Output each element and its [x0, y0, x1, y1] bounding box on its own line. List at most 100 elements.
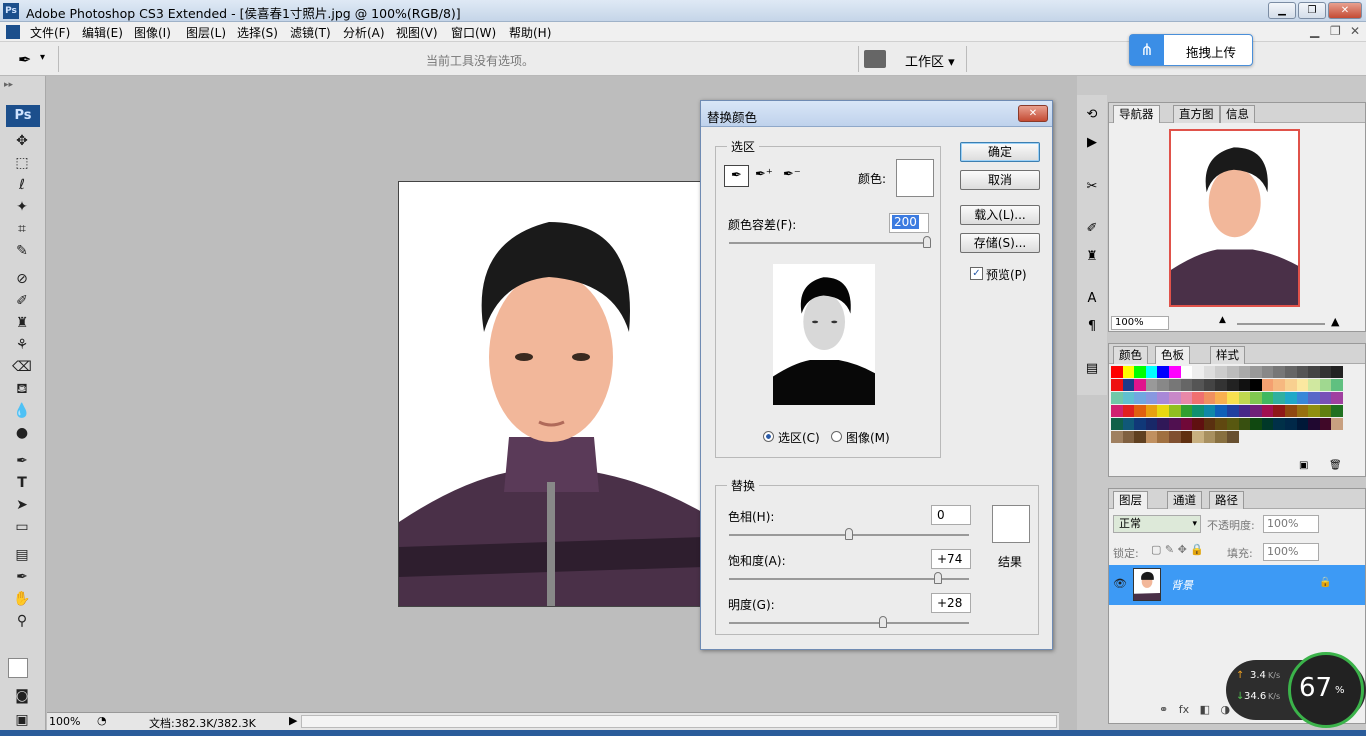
color-swatch-cell[interactable] [1122, 392, 1135, 404]
doc-close-button[interactable]: ✕ [1350, 24, 1360, 38]
color-swatch-cell[interactable] [1238, 418, 1251, 430]
color-swatch-cell[interactable] [1192, 405, 1205, 417]
color-swatch-cell[interactable] [1296, 379, 1309, 391]
layer-comps-icon[interactable]: ▤ [1081, 361, 1103, 381]
color-swatch-cell[interactable] [1238, 366, 1251, 378]
tab-navigator[interactable]: 导航器 [1113, 105, 1160, 123]
layer-bottom-icons[interactable]: ⚭ fx ◧ ◑ [1159, 703, 1230, 716]
menu-help[interactable]: 帮助(H) [509, 24, 551, 41]
menu-filter[interactable]: 滤镜(T) [290, 24, 331, 41]
color-swatch-cell[interactable] [1285, 366, 1297, 378]
zoom-tool-icon[interactable]: ⚲ [10, 611, 34, 631]
color-swatch-cell[interactable] [1111, 418, 1123, 430]
move-tool-icon[interactable]: ✥ [10, 131, 34, 151]
color-swatch-cell[interactable] [1134, 366, 1147, 378]
color-swatch-cell[interactable] [1238, 392, 1251, 404]
magic-wand-tool-icon[interactable]: ✦ [10, 197, 34, 217]
color-swatch-cell[interactable] [1273, 418, 1286, 430]
color-swatch-cell[interactable] [1331, 418, 1344, 430]
foreground-color[interactable] [8, 658, 28, 678]
paint-bucket-tool-icon[interactable]: ⛾ [10, 379, 34, 399]
radio-selection[interactable] [763, 431, 774, 442]
color-swatch-cell[interactable] [1180, 431, 1193, 443]
color-swatch-cell[interactable] [1308, 379, 1321, 391]
menu-edit[interactable]: 编辑(E) [82, 24, 123, 41]
brush-tool-icon[interactable]: ✐ [10, 291, 34, 311]
color-swatch-cell[interactable] [1169, 366, 1181, 378]
zoom-in-icon[interactable]: ▲ [1331, 315, 1339, 328]
color-swatch-cell[interactable] [1111, 431, 1123, 443]
color-swatch-cell[interactable] [1319, 418, 1332, 430]
history-icon[interactable]: ⟲ [1081, 107, 1103, 127]
color-swatch-cell[interactable] [1296, 418, 1309, 430]
color-swatch-cell[interactable] [1308, 366, 1321, 378]
navigator-zoom[interactable]: 100% [1111, 316, 1169, 330]
color-swatch-cell[interactable] [1215, 405, 1228, 417]
color-swatch-cell[interactable] [1111, 366, 1123, 378]
blur-tool-icon[interactable]: 💧 [10, 401, 34, 421]
menu-file[interactable]: 文件(F) [30, 24, 70, 41]
color-swatch-cell[interactable] [1145, 366, 1158, 378]
color-swatch-cell[interactable] [1203, 431, 1216, 443]
color-swatch-cell[interactable] [1273, 379, 1286, 391]
slice-tool-icon[interactable]: ✎ [10, 241, 34, 261]
color-swatch-cell[interactable] [1145, 431, 1158, 443]
lightness-slider[interactable] [729, 622, 969, 624]
color-swatch-cell[interactable] [1122, 418, 1135, 430]
marquee-tool-icon[interactable]: ⬚ [10, 153, 34, 173]
color-swatch-cell[interactable] [1157, 405, 1170, 417]
color-swatch-cell[interactable] [1169, 392, 1181, 404]
type-tool-icon[interactable]: T [10, 473, 34, 493]
color-swatch-cell[interactable] [1250, 405, 1263, 417]
color-swatch-cell[interactable] [1122, 405, 1135, 417]
color-swatch-cell[interactable] [1261, 366, 1274, 378]
minimize-button[interactable]: ▁ [1268, 2, 1296, 19]
fill-field[interactable]: 100% [1263, 543, 1319, 561]
opacity-field[interactable]: 100% [1263, 515, 1319, 533]
stamp-tool-icon[interactable]: ♜ [10, 313, 34, 333]
eyedropper-plus-icon[interactable]: ✒⁺ [755, 167, 773, 182]
eyedropper-minus-icon[interactable]: ✒⁻ [783, 167, 801, 182]
hand-tool-icon[interactable]: ✋ [10, 589, 34, 609]
color-swatch-cell[interactable] [1319, 392, 1332, 404]
load-button[interactable]: 载入(L)... [960, 205, 1040, 225]
menu-analysis[interactable]: 分析(A) [343, 24, 385, 41]
lightness-field[interactable]: +28 [931, 593, 971, 613]
tolerance-field[interactable]: 200 [889, 213, 929, 233]
tab-styles[interactable]: 样式 [1210, 346, 1245, 364]
radio-image[interactable] [831, 431, 842, 442]
zoom-out-icon[interactable]: ▲ [1219, 315, 1226, 325]
color-swatch-cell[interactable] [1227, 392, 1239, 404]
color-swatch-cell[interactable] [1157, 431, 1170, 443]
color-swatch-cell[interactable] [1169, 431, 1181, 443]
character-icon[interactable]: A [1081, 291, 1103, 311]
color-swatch-cell[interactable] [1238, 405, 1251, 417]
navigator-thumbnail[interactable] [1169, 129, 1300, 307]
color-swatch-cell[interactable] [1215, 366, 1228, 378]
trash-icon[interactable]: 🗑 [1329, 460, 1342, 471]
color-swatch-cell[interactable] [1238, 379, 1251, 391]
color-swatch-cell[interactable] [1122, 431, 1135, 443]
zoom-level[interactable]: 100% [49, 715, 80, 728]
layer-row[interactable]: 👁 背景 🔒 [1109, 565, 1365, 605]
quick-mask-icon[interactable]: ◙ [10, 686, 34, 706]
color-swatch-cell[interactable] [1296, 405, 1309, 417]
brushes-icon[interactable]: ✐ [1081, 221, 1103, 241]
color-swatch-cell[interactable] [1296, 392, 1309, 404]
crop-tool-icon[interactable]: ⌗ [10, 219, 34, 239]
healing-tool-icon[interactable]: ⊘ [10, 269, 34, 289]
color-swatch-cell[interactable] [1261, 418, 1274, 430]
color-swatch-cell[interactable] [1157, 379, 1170, 391]
color-swatch-cell[interactable] [1192, 366, 1205, 378]
color-swatch-cell[interactable] [1273, 366, 1286, 378]
color-swatch-cell[interactable] [1145, 418, 1158, 430]
save-button[interactable]: 存储(S)... [960, 233, 1040, 253]
color-swatch-cell[interactable] [1319, 379, 1332, 391]
bridge-icon[interactable] [864, 50, 886, 68]
color-swatch[interactable] [896, 159, 934, 197]
color-swatch-cell[interactable] [1180, 392, 1193, 404]
eyedropper-tool-icon[interactable]: ✒ [10, 567, 34, 587]
color-swatch-cell[interactable] [1273, 405, 1286, 417]
tolerance-slider-thumb[interactable] [923, 236, 931, 248]
tab-swatches[interactable]: 色板 [1155, 346, 1190, 364]
